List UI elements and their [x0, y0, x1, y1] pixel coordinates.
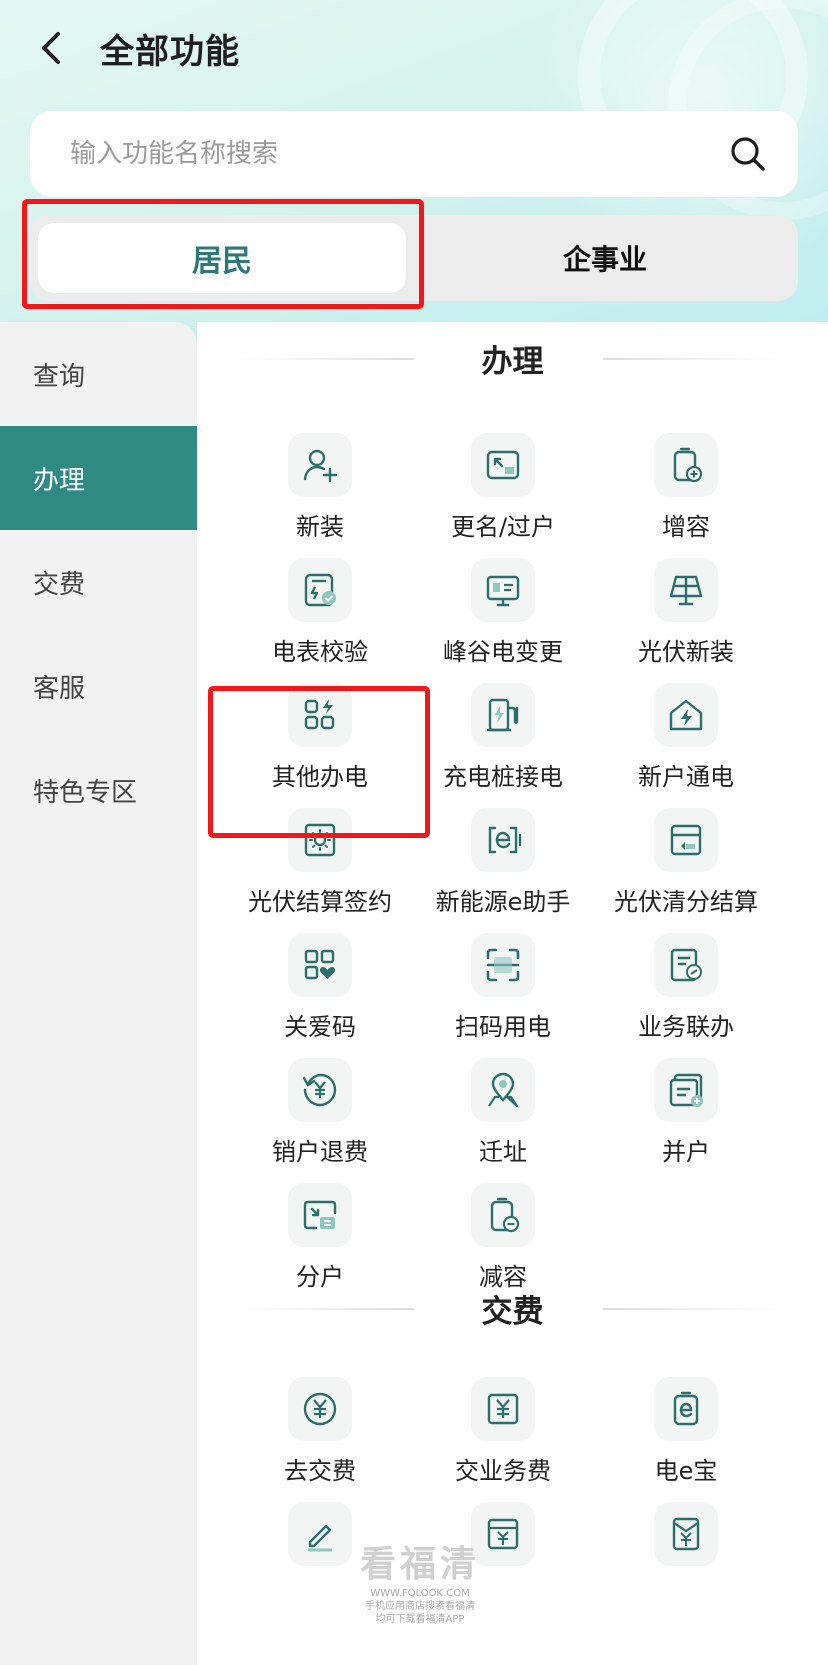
function-item-new-household[interactable]: 新户通电 — [594, 683, 778, 803]
function-label: 光伏结算签约 — [248, 888, 392, 916]
function-label: 并户 — [662, 1138, 710, 1166]
function-item-peak-valley[interactable]: 峰谷电变更 — [411, 558, 595, 678]
function-label: 扫码用电 — [455, 1013, 551, 1041]
card-icon — [654, 808, 718, 872]
sidebar: 查询 办理 交费 客服 特色专区 — [0, 322, 197, 1665]
function-item-care-code[interactable]: 关爱码 — [228, 933, 412, 1053]
sidebar-item-special[interactable]: 特色专区 — [0, 738, 197, 842]
function-label: 新能源e助手 — [435, 888, 571, 916]
function-item-split[interactable]: 分户 — [228, 1183, 412, 1303]
function-label: 销户退费 — [272, 1138, 368, 1166]
function-label: 新装 — [296, 513, 344, 541]
search-bar[interactable] — [30, 111, 798, 197]
function-item-merge[interactable]: 并户 — [594, 1058, 778, 1178]
watermark: 看福清 WWW.FQLOOK.COM 手机应用商店搜索看福清 均可下载看福清AP… — [340, 1535, 500, 1626]
function-item-capacity-increase[interactable]: 增容 — [594, 433, 778, 553]
sun-contract-icon — [288, 808, 352, 872]
customer-type-switch: 居民 企事业 — [30, 215, 798, 301]
transfer-icon — [471, 433, 535, 497]
add-user-icon — [288, 433, 352, 497]
qr-heart-icon — [288, 933, 352, 997]
function-label: 更名/过户 — [450, 513, 556, 541]
section-divider — [603, 1308, 778, 1310]
tab-enterprise[interactable]: 企事业 — [420, 223, 790, 293]
function-label: 去交费 — [284, 1457, 356, 1485]
search-input[interactable] — [70, 133, 690, 175]
watermark-line: 均可下载看福清APP — [375, 1614, 465, 1625]
merge-icon — [654, 1058, 718, 1122]
meter-check-icon — [288, 558, 352, 622]
function-item-close-refund[interactable]: 销户退费 — [228, 1058, 412, 1178]
yuan-envelope-icon — [654, 1502, 718, 1566]
search-icon[interactable] — [728, 134, 768, 174]
function-label: 新户通电 — [638, 763, 734, 791]
function-item-new-install[interactable]: 新装 — [228, 433, 412, 553]
battery-plus-icon — [654, 433, 718, 497]
function-label: 关爱码 — [284, 1013, 356, 1041]
yuan-circle-icon — [288, 1377, 352, 1441]
sidebar-item-service[interactable]: 客服 — [0, 634, 197, 738]
sidebar-item-payment[interactable]: 交费 — [0, 530, 197, 634]
battery-minus-icon — [471, 1183, 535, 1247]
house-bolt-icon — [654, 683, 718, 747]
apps-bolt-icon — [288, 683, 352, 747]
function-label: 光伏新装 — [638, 638, 734, 666]
board-icon — [471, 558, 535, 622]
function-item-e-wallet[interactable]: 电e宝 — [594, 1377, 778, 1497]
function-item-charger-connect[interactable]: 充电桩接电 — [411, 683, 595, 803]
watermark-title: 看福清 — [359, 1544, 480, 1585]
page-title: 全部功能 — [100, 32, 240, 72]
section-divider — [603, 358, 778, 360]
yuan-square-icon — [471, 1377, 535, 1441]
function-item-pay[interactable]: 去交费 — [228, 1377, 412, 1497]
charger-icon — [471, 683, 535, 747]
function-label: 峰谷电变更 — [443, 638, 563, 666]
function-item-solar-settlement[interactable]: 光伏结算签约 — [228, 808, 412, 928]
tab-resident[interactable]: 居民 — [38, 223, 406, 293]
e-wallet-icon — [654, 1377, 718, 1441]
split-icon — [288, 1183, 352, 1247]
function-label: 业务联办 — [638, 1013, 734, 1041]
watermark-line: 手机应用商店搜索看福清 — [365, 1601, 475, 1612]
function-item-capacity-decrease[interactable]: 减容 — [411, 1183, 595, 1303]
function-list: 办理 新装 更名/过户 增容 电表校验 峰谷电变更 光伏新装 其他办电 充电桩接… — [197, 322, 828, 1665]
location-icon — [471, 1058, 535, 1122]
function-label: 迁址 — [479, 1138, 527, 1166]
function-label: 交业务费 — [455, 1457, 551, 1485]
watermark-url: WWW.FQLOOK.COM — [370, 1588, 470, 1599]
function-label: 增容 — [662, 513, 710, 541]
function-item-meter-check[interactable]: 电表校验 — [228, 558, 412, 678]
function-item-partial[interactable] — [594, 1502, 778, 1622]
sidebar-item-query[interactable]: 查询 — [0, 322, 197, 426]
yuan-refund-icon — [288, 1058, 352, 1122]
function-label: 其他办电 — [272, 763, 368, 791]
function-item-scan-power[interactable]: 扫码用电 — [411, 933, 595, 1053]
solar-panel-icon — [654, 558, 718, 622]
function-item-new-energy-assistant[interactable]: 新能源e助手 — [411, 808, 595, 928]
function-item-rename[interactable]: 更名/过户 — [411, 433, 595, 553]
doc-link-icon — [654, 933, 718, 997]
function-label: 光伏清分结算 — [614, 888, 758, 916]
function-item-business-fee[interactable]: 交业务费 — [411, 1377, 595, 1497]
chevron-left-icon — [42, 32, 60, 64]
function-item-solar-install[interactable]: 光伏新装 — [594, 558, 778, 678]
function-item-relocate[interactable]: 迁址 — [411, 1058, 595, 1178]
function-label: 电e宝 — [654, 1457, 718, 1485]
e-battery-icon — [471, 808, 535, 872]
header: 全部功能 — [0, 0, 828, 96]
sidebar-item-handle[interactable]: 办理 — [0, 426, 197, 530]
scan-icon — [471, 933, 535, 997]
function-label: 充电桩接电 — [443, 763, 563, 791]
function-label: 电表校验 — [272, 638, 368, 666]
back-button[interactable] — [32, 28, 72, 68]
function-item-solar-clearing[interactable]: 光伏清分结算 — [594, 808, 778, 928]
function-item-joint-service[interactable]: 业务联办 — [594, 933, 778, 1053]
function-item-other-service[interactable]: 其他办电 — [228, 683, 412, 803]
